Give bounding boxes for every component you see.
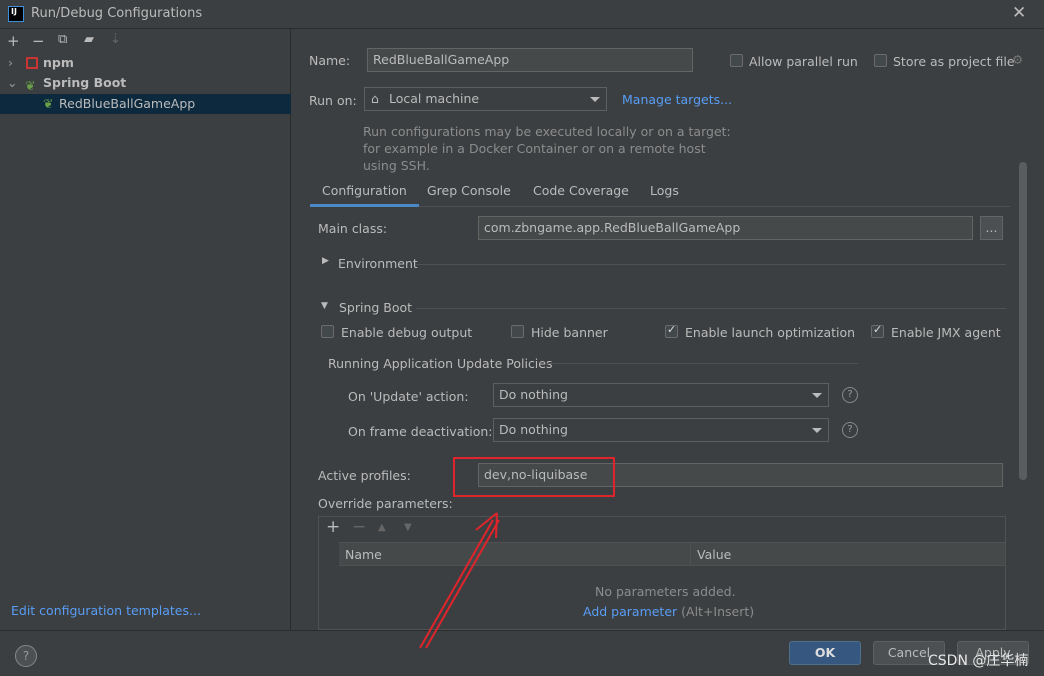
annotation-arrow <box>419 512 500 649</box>
